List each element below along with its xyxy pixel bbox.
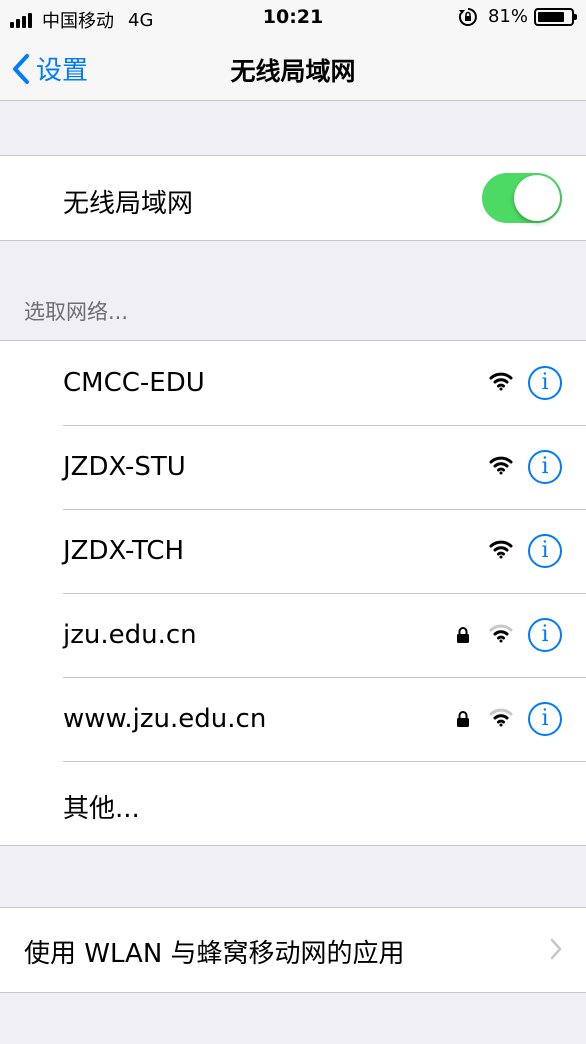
lock-icon: [457, 627, 469, 643]
network-row[interactable]: CMCC-EDU i: [0, 341, 586, 425]
network-name: CMCC-EDU: [63, 368, 205, 398]
navigation-bar: 设置 无线局域网: [0, 36, 586, 101]
battery-level-fill: [538, 11, 564, 22]
network-row[interactable]: www.jzu.edu.cn i: [0, 677, 586, 761]
status-right: 81%: [458, 6, 577, 27]
choose-network-header: 选取网络...: [24, 300, 129, 324]
battery-percent: 81%: [487, 6, 528, 27]
wifi-signal-icon: [489, 540, 513, 559]
wifi-toggle-switch[interactable]: [482, 173, 562, 223]
network-row[interactable]: jzu.edu.cn i: [0, 593, 586, 677]
info-button[interactable]: i: [528, 618, 562, 652]
network-row[interactable]: JZDX-STU i: [0, 425, 586, 509]
battery-icon: [534, 7, 577, 26]
wifi-toggle-label: 无线局域网: [63, 189, 194, 219]
status-bar: 中国移动 4G 10:21 81%: [0, 0, 586, 36]
rotation-lock-icon: [458, 7, 477, 26]
info-button[interactable]: i: [528, 450, 562, 484]
other-network-row[interactable]: 其他...: [0, 761, 586, 845]
wifi-toggle-group: 无线局域网: [0, 155, 586, 241]
apps-using-wlan-label: 使用 WLAN 与蜂窝移动网的应用: [24, 939, 405, 969]
wifi-signal-icon: [489, 456, 513, 475]
apps-group: 使用 WLAN 与蜂窝移动网的应用: [0, 907, 586, 993]
network-row[interactable]: JZDX-TCH i: [0, 509, 586, 593]
wifi-toggle-row: 无线局域网: [0, 156, 586, 240]
chevron-right-icon: [550, 938, 562, 960]
info-button[interactable]: i: [528, 366, 562, 400]
apps-using-wlan-row[interactable]: 使用 WLAN 与蜂窝移动网的应用: [0, 908, 586, 992]
page-title: 无线局域网: [230, 57, 356, 86]
info-button[interactable]: i: [528, 702, 562, 736]
network-name: jzu.edu.cn: [63, 620, 197, 650]
wifi-signal-icon: [489, 708, 513, 727]
network-name: www.jzu.edu.cn: [63, 704, 267, 734]
other-network-label: 其他...: [63, 794, 140, 824]
network-name: JZDX-TCH: [63, 536, 185, 566]
toggle-knob: [514, 175, 560, 221]
network-name: JZDX-STU: [63, 452, 186, 482]
info-button[interactable]: i: [528, 534, 562, 568]
wifi-signal-icon: [489, 372, 513, 391]
wifi-signal-icon: [489, 624, 513, 643]
network-list: CMCC-EDU i JZDX-STU i JZDX-TCH i jzu.edu…: [0, 340, 586, 846]
lock-icon: [457, 711, 469, 727]
